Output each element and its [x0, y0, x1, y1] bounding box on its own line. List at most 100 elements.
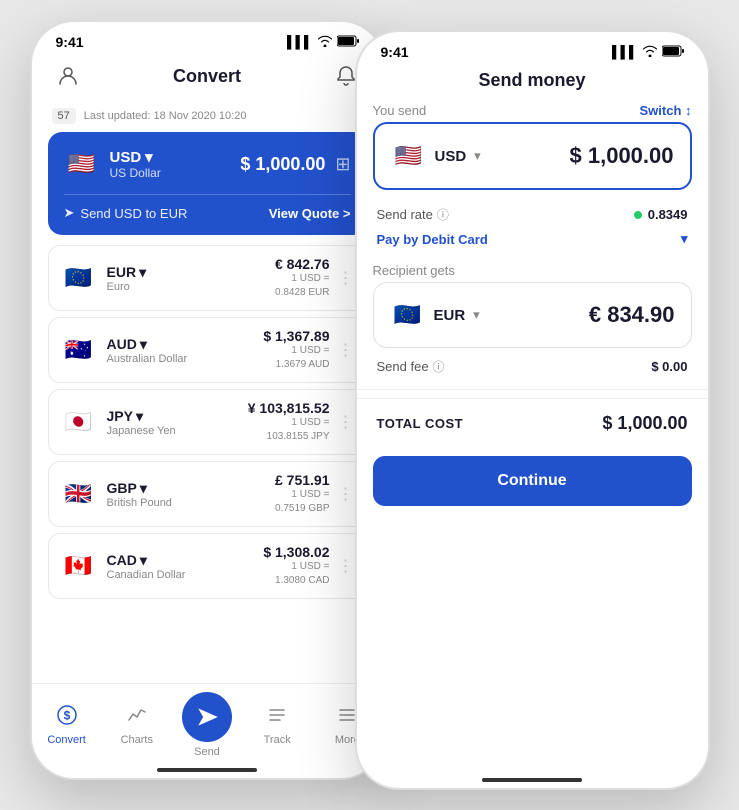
- home-indicator-2: [482, 778, 582, 782]
- recipient-amount: € 834.90: [589, 302, 675, 328]
- recipient-currency-selector[interactable]: 🇪🇺 EUR ▾: [390, 297, 480, 333]
- list-item[interactable]: 🇬🇧 GBP▾ British Pound £ 751.91 1 USD = 0…: [48, 461, 367, 527]
- eur-flag: 🇪🇺: [61, 260, 97, 296]
- send-label: Send: [194, 746, 220, 758]
- phone-convert: 9:41 ▌▌▌: [30, 20, 385, 780]
- send-button[interactable]: [182, 692, 232, 742]
- nav-send[interactable]: Send: [177, 692, 237, 758]
- bottom-nav: $ Convert Charts Send: [32, 683, 383, 778]
- sender-amount: $ 1,000.00: [570, 143, 674, 169]
- recipient-gets-label: Recipient gets: [357, 259, 708, 282]
- profile-icon[interactable]: [52, 60, 84, 92]
- list-item[interactable]: 🇦🇺 AUD▾ Australian Dollar $ 1,367.89 1 U…: [48, 317, 367, 383]
- gbp-name: British Pound: [107, 497, 172, 509]
- pay-method-chevron[interactable]: ▾: [681, 231, 688, 247]
- usd-flag: 🇺🇸: [64, 146, 100, 182]
- update-badge: 57: [52, 108, 76, 124]
- pay-method-row[interactable]: Pay by Debit Card ▾: [357, 227, 708, 259]
- send-fee-value: $ 0.00: [651, 359, 687, 374]
- home-indicator: [157, 768, 257, 772]
- more-options-icon[interactable]: ⋮: [338, 412, 354, 432]
- sender-card[interactable]: 🇺🇸 USD ▾ $ 1,000.00: [373, 122, 692, 190]
- fee-info-icon[interactable]: ⓘ: [433, 358, 445, 375]
- send-fee-label: Send fee ⓘ: [377, 358, 445, 375]
- switch-button[interactable]: Switch ↕: [639, 103, 691, 118]
- more-options-icon[interactable]: ⋮: [338, 268, 354, 288]
- eur-rate: 1 USD = 0.8428 EUR: [275, 272, 330, 300]
- gbp-flag: 🇬🇧: [61, 476, 97, 512]
- list-item[interactable]: 🇯🇵 JPY▾ Japanese Yen ¥ 103,815.52 1 USD …: [48, 389, 367, 455]
- main-currency-card[interactable]: 🇺🇸 USD ▾ US Dollar $ 1,000.00 ⊞: [48, 132, 367, 235]
- battery-icon-2: [662, 45, 684, 60]
- sender-chevron[interactable]: ▾: [474, 148, 481, 164]
- nav-convert[interactable]: $ Convert: [37, 704, 97, 746]
- signal-icon: ▌▌▌: [287, 35, 313, 49]
- usd-code[interactable]: USD ▾: [110, 148, 161, 166]
- recipient-card[interactable]: 🇪🇺 EUR ▾ € 834.90: [373, 282, 692, 348]
- status-time: 9:41: [56, 34, 84, 50]
- recipient-section: 🇪🇺 EUR ▾ € 834.90: [357, 282, 708, 348]
- jpy-amount: ¥ 103,815.52: [248, 400, 330, 416]
- recipient-flag: 🇪🇺: [390, 297, 426, 333]
- cad-rate: 1 USD = 1.3080 CAD: [263, 560, 329, 588]
- nav-charts[interactable]: Charts: [107, 704, 167, 746]
- total-cost-section: TOTAL COST $ 1,000.00: [357, 398, 708, 448]
- gbp-code[interactable]: GBP▾: [107, 480, 172, 497]
- jpy-flag: 🇯🇵: [61, 404, 97, 440]
- send-label[interactable]: ➤ Send USD to EUR: [64, 205, 188, 221]
- eur-amount: € 842.76: [275, 256, 330, 272]
- gbp-rate: 1 USD = 0.7519 GBP: [275, 488, 330, 516]
- list-item[interactable]: 🇪🇺 EUR▾ Euro € 842.76 1 USD = 0.8428 EUR: [48, 245, 367, 311]
- aud-rate: 1 USD = 1.3679 AUD: [263, 344, 329, 372]
- eur-code[interactable]: EUR▾: [107, 264, 147, 281]
- wifi-icon-2: [642, 45, 658, 60]
- send-rate-value: 0.8349: [634, 207, 688, 222]
- rate-dot: [634, 211, 642, 219]
- sender-currency-selector[interactable]: 🇺🇸 USD ▾: [391, 138, 481, 174]
- header: Convert: [32, 56, 383, 104]
- update-text: Last updated: 18 Nov 2020 10:20: [84, 110, 247, 122]
- charts-label: Charts: [121, 734, 153, 746]
- battery-icon: [337, 35, 359, 50]
- last-updated-bar: 57 Last updated: 18 Nov 2020 10:20: [32, 104, 383, 132]
- more-options-icon[interactable]: ⋮: [338, 340, 354, 360]
- status-bar: 9:41 ▌▌▌: [32, 22, 383, 56]
- recipient-chevron[interactable]: ▾: [473, 307, 480, 323]
- cad-code[interactable]: CAD▾: [107, 552, 186, 569]
- aud-amount: $ 1,367.89: [263, 328, 329, 344]
- eur-name: Euro: [107, 281, 147, 293]
- usd-amount: $ 1,000.00: [240, 154, 325, 175]
- pay-method-label: Pay by Debit Card: [377, 232, 488, 247]
- list-item[interactable]: 🇨🇦 CAD▾ Canadian Dollar $ 1,308.02 1 USD…: [48, 533, 367, 599]
- sender-code: USD: [435, 148, 467, 165]
- rate-info-icon[interactable]: ⓘ: [437, 206, 449, 223]
- total-cost-value: $ 1,000.00: [602, 413, 687, 434]
- more-options-icon[interactable]: ⋮: [338, 556, 354, 576]
- track-label: Track: [264, 734, 291, 746]
- send-rate-label: Send rate ⓘ: [377, 206, 449, 223]
- send-money-title: Send money: [478, 70, 585, 91]
- phone-send-money: 9:41 ▌▌▌: [355, 30, 710, 790]
- calculator-icon[interactable]: ⊞: [335, 154, 350, 175]
- gbp-amount: £ 751.91: [275, 472, 330, 488]
- send-rate-row: Send rate ⓘ 0.8349: [357, 198, 708, 227]
- view-quote-button[interactable]: View Quote >: [269, 206, 351, 221]
- nav-track[interactable]: Track: [247, 704, 307, 746]
- continue-button[interactable]: Continue: [373, 456, 692, 506]
- sender-flag: 🇺🇸: [391, 138, 427, 174]
- status-time-2: 9:41: [381, 44, 409, 60]
- status-icons-2: ▌▌▌: [612, 45, 684, 60]
- jpy-name: Japanese Yen: [107, 425, 176, 437]
- currency-list: 🇪🇺 EUR▾ Euro € 842.76 1 USD = 0.8428 EUR: [32, 245, 383, 599]
- usd-name: US Dollar: [110, 166, 161, 180]
- more-options-icon[interactable]: ⋮: [338, 484, 354, 504]
- status-bar-2: 9:41 ▌▌▌: [357, 32, 708, 66]
- convert-icon: $: [56, 704, 78, 732]
- charts-icon: [126, 704, 148, 732]
- cad-name: Canadian Dollar: [107, 569, 186, 581]
- svg-text:$: $: [63, 709, 70, 723]
- aud-code[interactable]: AUD▾: [107, 336, 188, 353]
- cad-flag: 🇨🇦: [61, 548, 97, 584]
- convert-label: Convert: [47, 734, 86, 746]
- jpy-code[interactable]: JPY▾: [107, 408, 176, 425]
